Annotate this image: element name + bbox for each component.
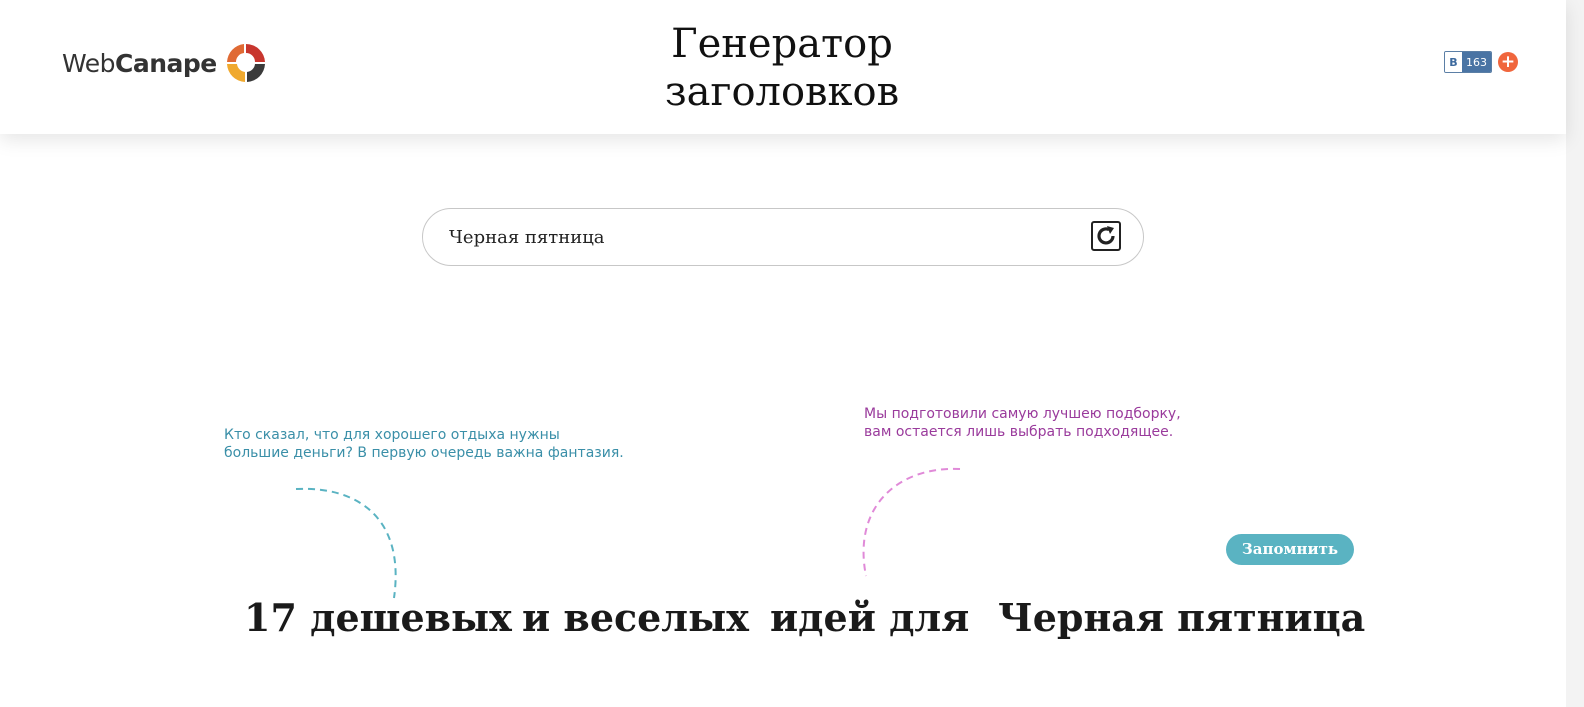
site-header: WebCanape Генератор заголовков В 163 + — [0, 0, 1566, 134]
share-buttons: В 163 + — [1444, 51, 1518, 73]
hint-right-text: Мы подготовили самую лучшею подборку, ва… — [864, 406, 1181, 440]
logo-text-bold: Canape — [115, 48, 217, 78]
headline-part[interactable]: и веселых — [522, 594, 749, 642]
headline-part[interactable]: идей для — [770, 594, 969, 642]
webcanape-logo[interactable]: WebCanape — [62, 40, 269, 86]
scrollbar-track[interactable] — [1566, 0, 1584, 707]
refresh-button[interactable] — [1091, 221, 1121, 251]
topic-input[interactable] — [449, 223, 1069, 251]
site-title-line1: Генератор — [671, 21, 893, 67]
headline-part[interactable]: 17 дешевых — [244, 594, 512, 642]
hint-left-arrow — [295, 487, 397, 599]
site-title-line2: заголовков — [664, 69, 900, 115]
topic-search-box — [422, 208, 1144, 266]
headline-part[interactable]: Черная пятница — [998, 594, 1365, 642]
remember-button[interactable]: Запомнить — [1226, 534, 1354, 565]
more-share-plus-icon[interactable]: + — [1498, 52, 1518, 72]
vk-icon: В — [1445, 52, 1462, 72]
site-title: Генератор заголовков — [582, 20, 982, 116]
hint-left-text: Кто сказал, что для хорошего отдыха нужн… — [224, 427, 624, 461]
logo-mark-icon — [226, 43, 265, 82]
refresh-icon — [1097, 226, 1115, 245]
vk-share-count: 163 — [1462, 52, 1491, 72]
logo-text: WebCanape — [62, 49, 217, 78]
vk-share-button[interactable]: В 163 — [1444, 51, 1492, 73]
logo-text-light: Web — [62, 48, 116, 78]
hint-right-arrow — [862, 467, 961, 577]
